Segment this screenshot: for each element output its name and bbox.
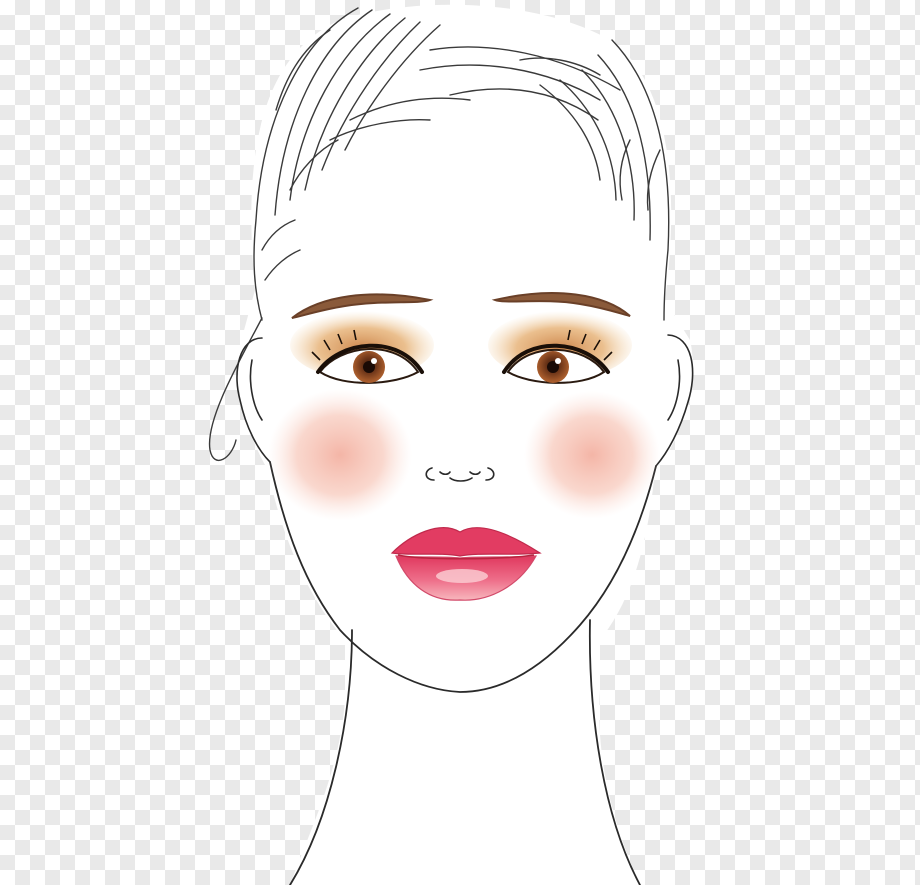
left-blush [268,389,412,521]
right-blush [524,391,660,519]
face-illustration [208,4,694,885]
image-canvas [0,0,920,885]
